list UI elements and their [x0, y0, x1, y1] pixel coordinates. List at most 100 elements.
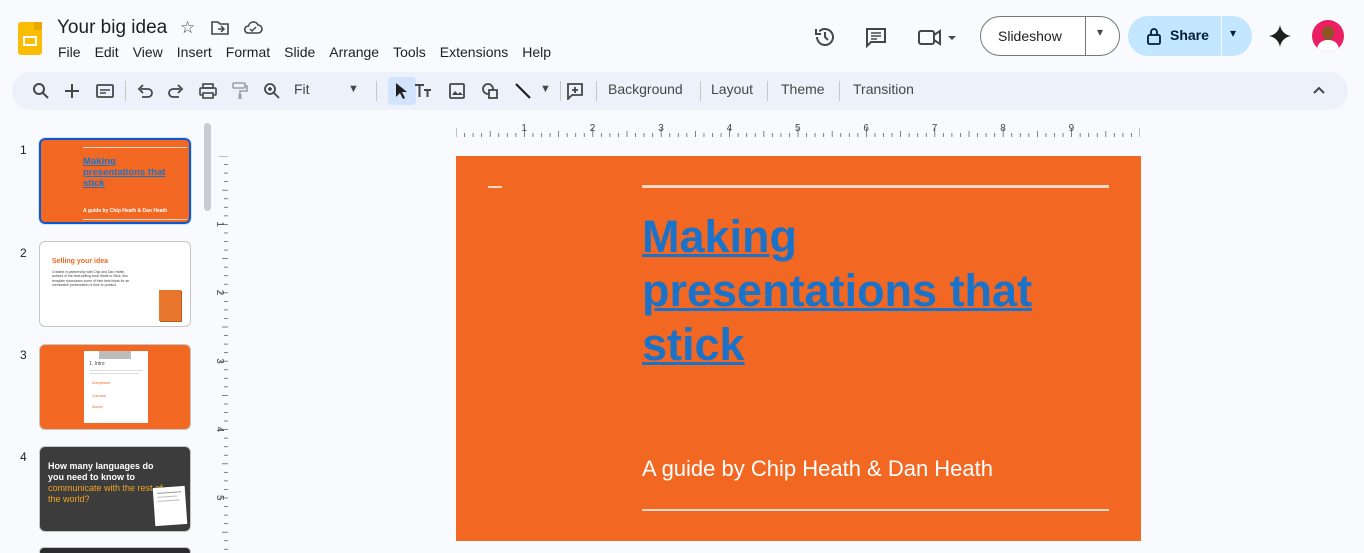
share-button[interactable]: Share ▾ [1128, 16, 1252, 56]
slide-thumbnail-4[interactable]: How many languages do you need to know t… [39, 446, 191, 532]
toolbar: Fit ▼ ▼ Background Layout Theme Transiti… [12, 72, 1348, 110]
background-button[interactable]: Background [608, 81, 683, 97]
slide-thumbnail-2[interactable]: Selling your idea Created in partnership… [39, 241, 191, 327]
slideshow-options-icon[interactable]: ▾ [1097, 25, 1103, 39]
menu-edit[interactable]: Edit [95, 44, 119, 60]
line-dropdown-icon[interactable]: ▼ [540, 83, 551, 95]
ruler-label: 1 [214, 221, 225, 227]
thumb-subtitle: A guide by Chip Heath & Dan Heath [83, 208, 168, 214]
new-slide-icon[interactable] [96, 82, 114, 100]
menu-view[interactable]: View [133, 44, 163, 60]
ruler-label: 3 [214, 358, 225, 364]
ruler-label: 2 [214, 290, 225, 296]
share-label: Share [1170, 27, 1209, 43]
zoom-dropdown-icon[interactable]: ▼ [348, 83, 359, 95]
bottom-rule [642, 509, 1109, 511]
ruler-label: 5 [214, 495, 225, 501]
share-options-icon[interactable]: ▾ [1230, 26, 1236, 40]
ruler-label: 7 [932, 123, 938, 134]
slide-number: 3 [20, 348, 27, 362]
filmstrip-scrollbar[interactable] [204, 123, 211, 211]
share-divider [1221, 16, 1222, 56]
menu-tools[interactable]: Tools [393, 44, 426, 60]
slides-app: Your big idea ☆ File Edit View Insert Fo… [0, 0, 1364, 553]
cloud-status-icon[interactable] [243, 20, 263, 36]
thumb-title-orange: communicate with the rest of the world? [48, 483, 163, 504]
book-image [159, 290, 181, 321]
version-history-icon[interactable] [813, 25, 837, 49]
vertical-ruler[interactable]: 1 2 3 4 5 [213, 156, 229, 553]
transition-button[interactable]: Transition [853, 81, 914, 97]
menu-file[interactable]: File [58, 44, 81, 60]
theme-button[interactable]: Theme [781, 81, 825, 97]
search-icon[interactable] [32, 82, 50, 100]
app-header: Your big idea ☆ File Edit View Insert Fo… [0, 0, 1364, 70]
top-rule [642, 185, 1109, 188]
gemini-sparkle-icon[interactable] [1268, 24, 1292, 48]
thumb-item: Stories [92, 405, 103, 409]
lock-icon [1147, 28, 1161, 45]
slide-number: 1 [20, 143, 27, 157]
thumb-item: Unexpected [92, 381, 111, 385]
move-folder-icon[interactable] [211, 20, 229, 36]
comments-icon[interactable] [864, 25, 888, 49]
menu-slide[interactable]: Slide [284, 44, 315, 60]
ruler-label: 1 [521, 123, 527, 134]
menu-bar: File Edit View Insert Format Slide Arran… [58, 44, 565, 60]
shape-icon[interactable] [481, 82, 499, 100]
slide-thumbnail-5[interactable] [39, 547, 191, 553]
thumb-title-white: How many languages do you need to know t… [48, 461, 154, 482]
slide-canvas[interactable]: Making presentations that stick A guide … [456, 156, 1141, 541]
zoom-select[interactable]: Fit [294, 81, 310, 97]
paint-format-icon[interactable] [231, 82, 249, 100]
print-icon[interactable] [199, 82, 217, 100]
ruler-label: 5 [795, 123, 801, 134]
thumb-item: Concrete [92, 394, 106, 398]
slides-logo[interactable] [18, 22, 42, 55]
document-title[interactable]: Your big idea [57, 17, 167, 39]
slideshow-divider [1085, 17, 1086, 55]
slide-thumbnail-3[interactable]: 1. Intro Unexpected Concrete Stories [39, 344, 191, 430]
slide-title[interactable]: Making presentations that stick [642, 210, 1102, 372]
textbox-icon[interactable] [414, 82, 432, 100]
thumb-photo [99, 351, 131, 359]
horizontal-ruler[interactable]: 1 2 3 4 5 6 7 8 9 [456, 122, 1140, 138]
ruler-label: 6 [863, 123, 869, 134]
layout-button[interactable]: Layout [711, 81, 753, 97]
slide-thumbnail-1[interactable]: Making presentations that stick A guide … [38, 137, 192, 225]
slide-number: 4 [20, 450, 27, 464]
decorative-dash [488, 186, 502, 188]
collapse-icon[interactable] [1310, 82, 1328, 100]
slide-subtitle[interactable]: A guide by Chip Heath & Dan Heath [642, 456, 993, 482]
line-icon[interactable] [514, 82, 532, 100]
select-icon[interactable] [393, 82, 411, 100]
ruler-label: 8 [1000, 123, 1006, 134]
slideshow-label: Slideshow [998, 28, 1062, 44]
ruler-label: 4 [214, 427, 225, 433]
menu-format[interactable]: Format [226, 44, 270, 60]
meet-icon[interactable] [917, 25, 957, 49]
plus-icon[interactable] [63, 82, 81, 100]
menu-extensions[interactable]: Extensions [440, 44, 508, 60]
thumb-title: How many languages do you need to know t… [48, 461, 170, 505]
image-icon[interactable] [448, 82, 466, 100]
slideshow-button[interactable]: Slideshow ▾ [980, 16, 1120, 56]
menu-help[interactable]: Help [522, 44, 551, 60]
ruler-label: 4 [727, 123, 733, 134]
thumb-card [152, 485, 188, 527]
ruler-label: 9 [1069, 123, 1075, 134]
star-icon[interactable]: ☆ [180, 18, 195, 38]
zoom-icon[interactable] [263, 82, 281, 100]
avatar[interactable] [1312, 20, 1344, 52]
comment-add-icon[interactable] [566, 82, 584, 100]
redo-icon[interactable] [167, 82, 185, 100]
menu-arrange[interactable]: Arrange [329, 44, 379, 60]
menu-insert[interactable]: Insert [177, 44, 212, 60]
thumb-title: 1. Intro [89, 361, 105, 367]
ruler-label: 2 [590, 123, 596, 134]
ruler-label: 3 [658, 123, 664, 134]
thumb-title: Selling your idea [52, 258, 109, 265]
thumb-title: Making presentations that stick [83, 156, 166, 189]
thumb-body: Created in partnership with Chip and Dan… [52, 270, 130, 288]
undo-icon[interactable] [136, 82, 154, 100]
